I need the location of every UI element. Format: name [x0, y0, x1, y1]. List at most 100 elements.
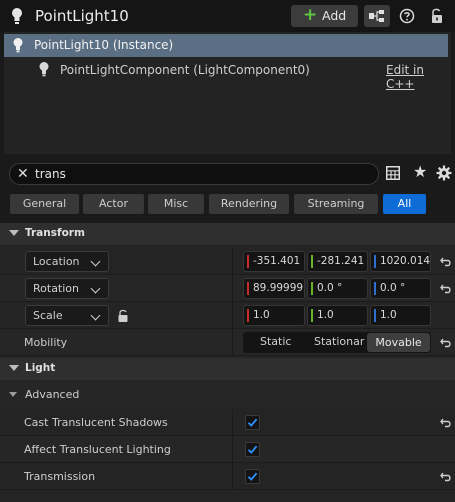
tab-streaming[interactable]: Streaming: [294, 194, 378, 214]
property-row-transmission: Transmission: [0, 463, 455, 490]
edit-in-cpp-link[interactable]: Edit in C++: [386, 63, 455, 91]
column-divider[interactable]: [232, 409, 233, 435]
checkmark-icon: [247, 472, 258, 481]
lightbulb-icon: [39, 62, 49, 77]
z-axis-marker: [374, 255, 376, 268]
tab-general[interactable]: General: [10, 194, 79, 214]
help-icon[interactable]: [399, 8, 415, 24]
tree-row-instance[interactable]: PointLight10 (Instance): [4, 34, 448, 57]
scale-y-field[interactable]: 1.0: [307, 305, 368, 326]
scale-x-field[interactable]: 1.0: [243, 305, 305, 326]
search-input[interactable]: ✕ trans: [9, 163, 379, 185]
rotation-x-field[interactable]: 89.99999: [243, 278, 305, 299]
table-view-icon[interactable]: [386, 166, 400, 180]
reset-to-default-icon[interactable]: [440, 256, 452, 268]
reset-to-default-icon[interactable]: [440, 283, 452, 295]
rotation-mode-dropdown[interactable]: Rotation: [25, 278, 109, 299]
tree-row-label: PointLightComponent (LightComponent0): [60, 63, 310, 77]
tab-actor[interactable]: Actor: [83, 194, 144, 214]
collapse-arrow-icon: [9, 230, 19, 236]
tab-misc[interactable]: Misc: [148, 194, 204, 214]
mobility-stationary-option[interactable]: Stationar: [314, 335, 364, 348]
chevron-down-icon: [90, 310, 101, 321]
gear-icon[interactable]: [436, 165, 452, 181]
column-divider[interactable]: [232, 275, 233, 301]
rotation-z-field[interactable]: 0.0 °: [370, 278, 431, 299]
property-label: Cast Translucent Shadows: [24, 416, 168, 429]
favorites-star-icon[interactable]: ★: [413, 163, 429, 181]
subcategory-label: Advanced: [25, 388, 80, 401]
location-x-value: -351.401: [253, 255, 301, 267]
dropdown-label: Scale: [33, 309, 63, 322]
rotation-y-field[interactable]: 0.0 °: [307, 278, 368, 299]
mobility-movable-option[interactable]: Movable: [367, 333, 430, 352]
scale-y-value: 1.0: [317, 309, 334, 321]
y-axis-marker: [311, 309, 313, 322]
scale-z-field[interactable]: 1.0: [370, 305, 431, 326]
blueprint-icon: [369, 10, 384, 22]
plus-icon: +: [303, 5, 318, 25]
location-mode-dropdown[interactable]: Location: [25, 251, 109, 272]
scale-mode-dropdown[interactable]: Scale: [25, 305, 109, 326]
property-label: Mobility: [24, 336, 68, 349]
location-x-field[interactable]: -351.401: [243, 251, 305, 272]
category-label: Light: [25, 362, 56, 374]
property-row-mobility: Mobility Static Stationar Movable: [0, 329, 455, 356]
x-axis-marker: [247, 255, 249, 268]
chevron-down-icon: [90, 283, 101, 294]
column-divider[interactable]: [232, 248, 233, 274]
tab-all[interactable]: All: [383, 194, 426, 214]
category-light[interactable]: Light: [0, 358, 455, 380]
column-divider[interactable]: [232, 302, 233, 328]
property-row-cast-translucent-shadows: Cast Translucent Shadows: [0, 409, 455, 436]
category-label: Transform: [25, 227, 85, 239]
property-row-affect-translucent-lighting: Affect Translucent Lighting: [0, 436, 455, 463]
actor-title: PointLight10: [35, 7, 129, 25]
lightbulb-icon: [13, 38, 23, 53]
affect-translucent-lighting-checkbox[interactable]: [245, 442, 260, 457]
rotation-y-value: 0.0 °: [317, 282, 343, 294]
location-y-field[interactable]: -281.241: [307, 251, 368, 272]
y-axis-marker: [311, 255, 313, 268]
property-row-scale: Scale 1.0 1.0 1.0: [0, 302, 455, 329]
checkmark-icon: [247, 445, 258, 454]
column-divider[interactable]: [232, 463, 233, 489]
dropdown-label: Rotation: [33, 282, 80, 295]
tree-row-label: PointLight10 (Instance): [34, 38, 174, 52]
tab-rendering[interactable]: Rendering: [209, 194, 289, 214]
reset-to-default-icon[interactable]: [440, 471, 452, 483]
column-divider[interactable]: [232, 436, 233, 462]
category-transform[interactable]: Transform: [0, 223, 455, 245]
cast-translucent-shadows-checkbox[interactable]: [245, 415, 260, 430]
x-axis-marker: [247, 309, 249, 322]
location-z-field[interactable]: 1020.014: [370, 251, 431, 272]
z-axis-marker: [374, 282, 376, 295]
property-row-location: Location -351.401 -281.241 1020.014: [0, 248, 455, 275]
mobility-segmented-control: Static Stationar Movable: [243, 332, 431, 353]
collapse-arrow-icon: [9, 365, 19, 371]
column-divider[interactable]: [232, 329, 233, 355]
chevron-down-icon: [90, 256, 101, 267]
blueprint-button[interactable]: [364, 5, 390, 27]
reset-to-default-icon[interactable]: [440, 417, 452, 429]
scale-z-value: 1.0: [380, 309, 397, 321]
location-y-value: -281.241: [317, 255, 365, 267]
add-component-button[interactable]: + Add: [291, 5, 358, 27]
property-label: Transmission: [24, 470, 96, 483]
property-row-rotation: Rotation 89.99999 0.0 ° 0.0 °: [0, 275, 455, 302]
property-label: Affect Translucent Lighting: [24, 443, 171, 456]
x-axis-marker: [247, 282, 249, 295]
lightbulb-icon: [12, 8, 22, 24]
search-value: trans: [35, 167, 66, 181]
subcategory-advanced[interactable]: Advanced: [0, 383, 455, 407]
clear-search-icon[interactable]: ✕: [17, 166, 29, 182]
mobility-static-option[interactable]: Static: [260, 335, 291, 348]
reset-to-default-icon[interactable]: [440, 337, 452, 349]
rotation-z-value: 0.0 °: [380, 282, 406, 294]
rotation-x-value: 89.99999: [253, 282, 304, 294]
dropdown-label: Location: [33, 255, 80, 268]
transmission-checkbox[interactable]: [245, 469, 260, 484]
lock-icon[interactable]: [430, 7, 444, 24]
unlock-icon[interactable]: [117, 309, 129, 323]
z-axis-marker: [374, 309, 376, 322]
